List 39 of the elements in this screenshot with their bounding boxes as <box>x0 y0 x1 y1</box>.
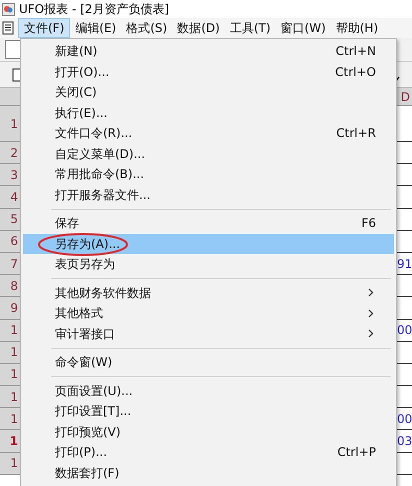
chevron-right-icon <box>368 308 374 318</box>
menu-item[interactable]: 文件口令(R)... Ctrl+R <box>23 123 394 144</box>
menu-item[interactable]: 打印预览(V) <box>23 422 394 442</box>
menu-bar-item[interactable]: 帮助(H) <box>330 18 384 38</box>
menu-item[interactable]: 常用批命令(B)... <box>23 164 394 184</box>
menu-item[interactable]: 另存为(A)... <box>23 234 394 254</box>
chevron-right-icon <box>368 329 374 338</box>
menu-item[interactable]: 关闭(C) <box>23 82 394 102</box>
menu-item[interactable]: 数据套打(F) <box>23 462 394 483</box>
menu-item[interactable]: 新建(N) Ctrl+N <box>23 41 394 62</box>
table-cell-text: 91 <box>397 256 412 273</box>
menu-bar-item[interactable]: 工具(T) <box>224 18 276 38</box>
menu-item[interactable]: 审计署接口 <box>23 324 394 344</box>
table-cell-text: 00 <box>397 322 412 340</box>
table-cell-text: 00 <box>397 410 412 428</box>
menu-item[interactable]: 执行(E)... <box>23 102 394 123</box>
menu-bar-item[interactable]: 数据(D) <box>172 18 225 38</box>
menu-item[interactable]: 打印(P)... Ctrl+P <box>23 442 394 462</box>
menu-bar-item[interactable]: 编辑(E) <box>70 18 122 38</box>
menu-item[interactable]: 打开(O)... Ctrl+O <box>23 62 394 82</box>
column-header: D <box>400 88 410 106</box>
chevron-right-icon <box>368 288 374 298</box>
app-icon <box>2 2 15 16</box>
menu-bar-item[interactable]: 文件(F) <box>18 18 70 38</box>
menu-item[interactable]: 表页另存为 <box>23 254 394 274</box>
menu-item[interactable]: 自定义菜单(D)... <box>23 144 394 164</box>
menu-item[interactable]: 命令窗(W) <box>23 352 394 372</box>
window-title: UFO报表 - [2月资产负债表] <box>19 1 170 18</box>
menu-item[interactable]: 打印设置[T]... <box>23 401 394 422</box>
menu-item[interactable]: 其他格式 <box>23 303 394 324</box>
menu-item[interactable]: 保存 F6 <box>23 213 394 234</box>
menu-item[interactable]: 其他财务软件数据 <box>23 282 394 303</box>
menu-bar-item[interactable]: 窗口(W) <box>276 18 331 38</box>
document-icon[interactable] <box>2 21 14 35</box>
menu-item[interactable]: 打开服务器文件... <box>23 184 394 205</box>
menu-bar-item[interactable]: 格式(S) <box>121 18 172 38</box>
menu-item[interactable]: 页面设置(U)... <box>23 380 394 401</box>
toolbar-button-icon[interactable] <box>12 68 22 82</box>
table-cell-text: 03 <box>397 433 412 450</box>
